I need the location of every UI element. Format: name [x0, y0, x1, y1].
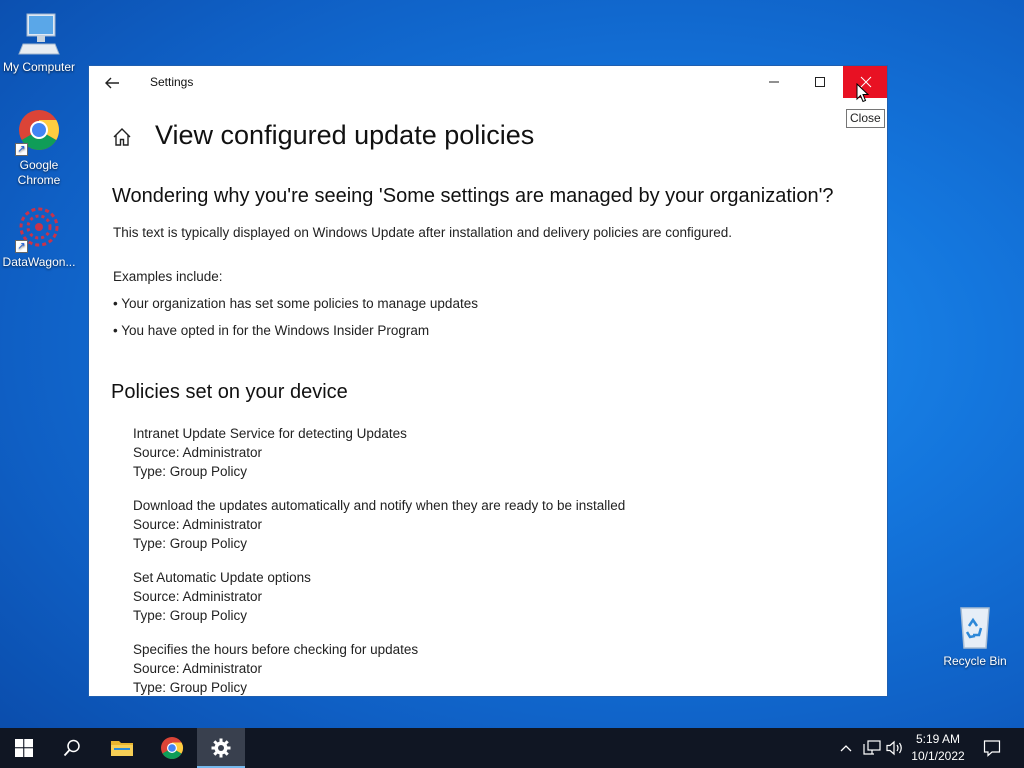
minimize-button[interactable]: [751, 66, 797, 98]
taskbar-settings[interactable]: [197, 728, 245, 768]
minimize-icon: [769, 81, 779, 83]
back-arrow-icon: [105, 77, 119, 89]
close-tooltip: Close: [846, 109, 885, 128]
policy-type: Type: Group Policy: [133, 464, 248, 479]
search-icon: [63, 739, 80, 757]
computer-icon: [15, 10, 63, 58]
policy-name: Download the updates automatically and n…: [133, 498, 626, 513]
policy-item: Intranet Update Service for detecting Up…: [133, 424, 407, 481]
taskbar-file-explorer[interactable]: [98, 728, 146, 768]
policy-source: Source: Administrator: [133, 517, 263, 532]
clock-date: 10/1/2022: [911, 749, 965, 763]
policies-heading: Policies set on your device: [111, 381, 348, 403]
network-button[interactable]: [860, 728, 884, 768]
back-button[interactable]: [101, 72, 123, 94]
windows-logo-icon: [15, 739, 33, 757]
folder-icon: [111, 741, 133, 756]
policy-type: Type: Group Policy: [133, 536, 248, 551]
taskbar-clock[interactable]: 5:19 AM 10/1/2022: [903, 731, 973, 765]
policy-source: Source: Administrator: [133, 661, 263, 676]
home-icon[interactable]: [111, 126, 133, 148]
taskbar: 5:19 AM 10/1/2022: [0, 728, 1024, 768]
desktop-icon-datawagon[interactable]: ↗ DataWagon...: [0, 205, 78, 270]
desktop-icon-my-computer[interactable]: My Computer: [0, 10, 78, 75]
gear-icon: [211, 738, 231, 758]
settings-window: Settings View configured update policies…: [88, 65, 888, 697]
example-item: • You have opted in for the Windows Insi…: [113, 323, 430, 338]
page-title: View configured update policies: [155, 120, 535, 150]
example-item: • Your organization has set some policie…: [113, 296, 478, 311]
notification-icon: [983, 740, 1001, 757]
desktop-icon-recycle-bin[interactable]: Recycle Bin: [936, 604, 1014, 669]
desktop-icon-google-chrome[interactable]: ↗ Google Chrome: [0, 108, 78, 188]
description-text: This text is typically displayed on Wind…: [113, 225, 733, 240]
network-icon: [863, 740, 881, 755]
search-button[interactable]: [48, 728, 96, 768]
settings-content: View configured update policies Wonderin…: [89, 100, 887, 696]
chevron-up-icon: [840, 745, 852, 752]
policy-type: Type: Group Policy: [133, 608, 248, 623]
window-title: Settings: [150, 75, 194, 89]
notifications-button[interactable]: [978, 728, 1006, 768]
policy-source: Source: Administrator: [133, 445, 263, 460]
policy-name: Specifies the hours before checking for …: [133, 642, 419, 657]
maximize-icon: [815, 77, 825, 87]
title-bar[interactable]: Settings: [89, 66, 887, 100]
speaker-icon: [886, 740, 902, 756]
maximize-button[interactable]: [797, 66, 843, 98]
policy-source: Source: Administrator: [133, 589, 263, 604]
policy-item: Specifies the hours before checking for …: [133, 640, 419, 696]
datawagon-icon: ↗: [15, 205, 63, 253]
policy-item: Set Automatic Update options Source: Adm…: [133, 568, 311, 625]
managed-heading: Wondering why you're seeing 'Some settin…: [112, 185, 834, 207]
shortcut-arrow-icon: ↗: [15, 240, 28, 253]
chrome-icon: [161, 737, 183, 759]
show-hidden-icons-button[interactable]: [836, 728, 856, 768]
chrome-icon: ↗: [15, 108, 63, 156]
taskbar-chrome[interactable]: [148, 728, 196, 768]
desktop-icon-label: Recycle Bin: [943, 654, 1007, 668]
policy-type: Type: Group Policy: [133, 680, 248, 695]
start-button[interactable]: [0, 728, 48, 768]
examples-label: Examples include:: [113, 269, 223, 284]
desktop-icon-label: DataWagon...: [2, 255, 76, 269]
desktop-icon-label: My Computer: [2, 60, 76, 74]
recycle-bin-icon: [951, 604, 999, 652]
mouse-cursor-icon: [856, 83, 870, 103]
clock-time: 5:19 AM: [915, 732, 961, 746]
desktop-icon-label: Google Chrome: [17, 158, 61, 187]
policy-name: Set Automatic Update options: [133, 570, 311, 585]
policy-name: Intranet Update Service for detecting Up…: [133, 426, 407, 441]
shortcut-arrow-icon: ↗: [15, 143, 28, 156]
policy-item: Download the updates automatically and n…: [133, 496, 625, 553]
